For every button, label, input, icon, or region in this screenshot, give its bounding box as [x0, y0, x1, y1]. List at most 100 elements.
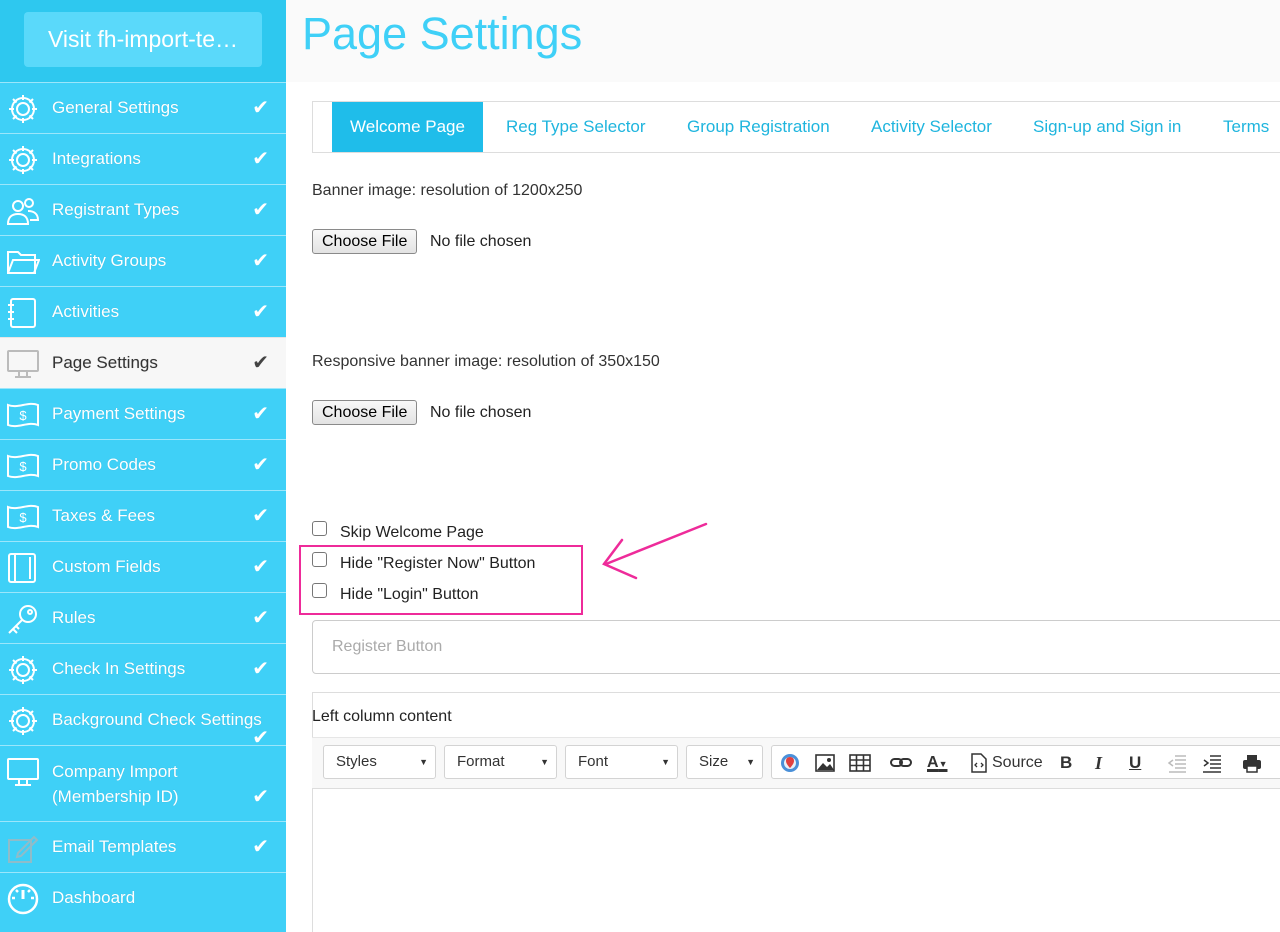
- size-dropdown[interactable]: Size ▼: [686, 745, 763, 779]
- sidebar-item-general-settings[interactable]: General Settings ✔: [0, 82, 286, 133]
- sidebar: Visit fh-import-te… General Settings ✔ I…: [0, 0, 286, 932]
- chevron-down-icon: ▼: [540, 757, 549, 767]
- gear-icon: [9, 707, 37, 735]
- check-icon: ✔: [252, 505, 269, 527]
- sidebar-item-label: Registrant Types: [52, 200, 180, 219]
- sidebar-item-label: Activities: [52, 302, 120, 321]
- indent-icon[interactable]: [1202, 752, 1222, 774]
- sidebar-item-label: Check In Settings: [52, 659, 186, 678]
- sidebar-item-label: Page Settings: [52, 353, 158, 372]
- tab-sign-up-sign-in[interactable]: Sign-up and Sign in: [1033, 102, 1181, 152]
- sidebar-item-label: Rules: [52, 608, 96, 627]
- sidebar-item-check-in-settings[interactable]: Check In Settings ✔: [0, 643, 286, 694]
- gear-icon: [9, 146, 37, 174]
- monitor-icon: [7, 758, 39, 786]
- tab-terms[interactable]: Terms: [1223, 102, 1269, 152]
- sidebar-item-label: Company Import (Membership ID): [52, 759, 179, 809]
- notebook-icon: [8, 298, 36, 328]
- tab-reg-type-selector[interactable]: Reg Type Selector: [506, 102, 646, 152]
- left-column-content-label: Left column content: [312, 708, 452, 725]
- text-color-icon[interactable]: A▼: [927, 752, 947, 774]
- link-icon[interactable]: [890, 752, 912, 774]
- users-icon: [6, 198, 40, 225]
- register-button-input[interactable]: [312, 620, 1280, 674]
- check-icon: ✔: [252, 786, 269, 808]
- gear-icon: [9, 656, 37, 684]
- visit-site-button[interactable]: Visit fh-import-te…: [24, 12, 262, 67]
- bold-button[interactable]: B: [1060, 752, 1072, 774]
- responsive-banner-choose-file-button[interactable]: Choose File: [312, 400, 418, 425]
- sidebar-item-label: Integrations: [52, 149, 141, 168]
- sidebar-item-label: Taxes & Fees: [52, 506, 155, 525]
- responsive-banner-file-status: No file chosen: [430, 404, 532, 421]
- underline-button[interactable]: U: [1129, 752, 1141, 774]
- gear-icon: [9, 95, 37, 123]
- banner-choose-file-button[interactable]: Choose File: [312, 229, 418, 254]
- check-icon: ✔: [252, 199, 269, 221]
- sidebar-item-integrations[interactable]: Integrations ✔: [0, 133, 286, 184]
- sidebar-item-background-check-settings[interactable]: Background Check Settings ✔: [0, 694, 286, 749]
- sidebar-item-taxes-fees[interactable]: $ Taxes & Fees ✔: [0, 490, 286, 541]
- check-icon: ✔: [252, 352, 269, 374]
- italic-button[interactable]: I: [1095, 752, 1102, 774]
- sidebar-item-activity-groups[interactable]: Activity Groups ✔: [0, 235, 286, 286]
- font-dropdown-label: Font: [578, 753, 609, 770]
- sidebar-item-page-settings[interactable]: Page Settings ✔: [0, 337, 286, 388]
- svg-text:$: $: [19, 510, 27, 525]
- check-icon: ✔: [252, 148, 269, 170]
- map-pin-icon[interactable]: [780, 752, 800, 774]
- sidebar-item-email-templates[interactable]: Email Templates ✔: [0, 821, 286, 872]
- page-title: Page Settings: [302, 8, 583, 59]
- check-icon: ✔: [252, 250, 269, 272]
- folder-icon: [7, 251, 40, 274]
- styles-dropdown[interactable]: Styles ▼: [323, 745, 436, 779]
- svg-text:$: $: [19, 459, 27, 474]
- svg-text:$: $: [19, 408, 27, 423]
- money-icon: $: [7, 453, 39, 479]
- source-button[interactable]: Source: [992, 752, 1043, 774]
- left-column-editor: [312, 692, 1280, 932]
- chevron-down-icon: ▼: [661, 757, 670, 767]
- sidebar-item-label: Background Check Settings: [52, 710, 262, 729]
- image-icon[interactable]: [815, 752, 835, 774]
- visit-wrap: Visit fh-import-te…: [0, 0, 286, 82]
- source-icon: [971, 753, 987, 773]
- monitor-icon: [7, 350, 39, 378]
- print-icon[interactable]: [1242, 752, 1262, 774]
- sidebar-item-payment-settings[interactable]: $ Payment Settings ✔: [0, 388, 286, 439]
- outdent-icon[interactable]: [1167, 752, 1187, 774]
- sidebar-item-dashboard[interactable]: Dashboard: [0, 872, 286, 923]
- sidebar-item-registrant-types[interactable]: Registrant Types ✔: [0, 184, 286, 235]
- tab-welcome-page[interactable]: Welcome Page: [332, 102, 483, 152]
- table-icon[interactable]: [849, 752, 871, 774]
- tab-activity-selector[interactable]: Activity Selector: [871, 102, 992, 152]
- format-dropdown[interactable]: Format ▼: [444, 745, 557, 779]
- chevron-down-icon: ▼: [419, 757, 428, 767]
- annotation-highlight-box: [299, 545, 583, 615]
- font-dropdown[interactable]: Font ▼: [565, 745, 678, 779]
- check-icon: ✔: [252, 607, 269, 629]
- responsive-banner-label: Responsive banner image: resolution of 3…: [312, 353, 660, 370]
- sidebar-item-label: Email Templates: [52, 837, 177, 856]
- skip-welcome-page-label: Skip Welcome Page: [340, 524, 484, 541]
- tab-group-registration[interactable]: Group Registration: [687, 102, 830, 152]
- sidebar-item-label: General Settings: [52, 98, 179, 117]
- sidebar-item-label-line1: Company Import: [52, 762, 178, 781]
- sidebar-item-promo-codes[interactable]: $ Promo Codes ✔: [0, 439, 286, 490]
- sidebar-item-label: Promo Codes: [52, 455, 156, 474]
- sidebar-item-company-import[interactable]: Company Import (Membership ID) ✔: [0, 745, 286, 821]
- sidebar-item-activities[interactable]: Activities ✔: [0, 286, 286, 337]
- toolbar-button-group: A▼ Source B I U: [771, 745, 1280, 779]
- sidebar-item-rules[interactable]: Rules ✔: [0, 592, 286, 643]
- sidebar-item-custom-fields[interactable]: Custom Fields ✔: [0, 541, 286, 592]
- skip-welcome-page-checkbox[interactable]: [312, 521, 327, 536]
- check-icon: ✔: [252, 403, 269, 425]
- sidebar-item-label: Dashboard: [52, 888, 136, 907]
- annotation-arrow-icon: [602, 522, 708, 580]
- money-icon: $: [7, 402, 39, 428]
- key-icon: [8, 605, 37, 634]
- styles-dropdown-label: Styles: [336, 753, 377, 770]
- edit-icon: [8, 835, 39, 863]
- check-icon: ✔: [252, 454, 269, 476]
- size-dropdown-label: Size: [699, 753, 729, 770]
